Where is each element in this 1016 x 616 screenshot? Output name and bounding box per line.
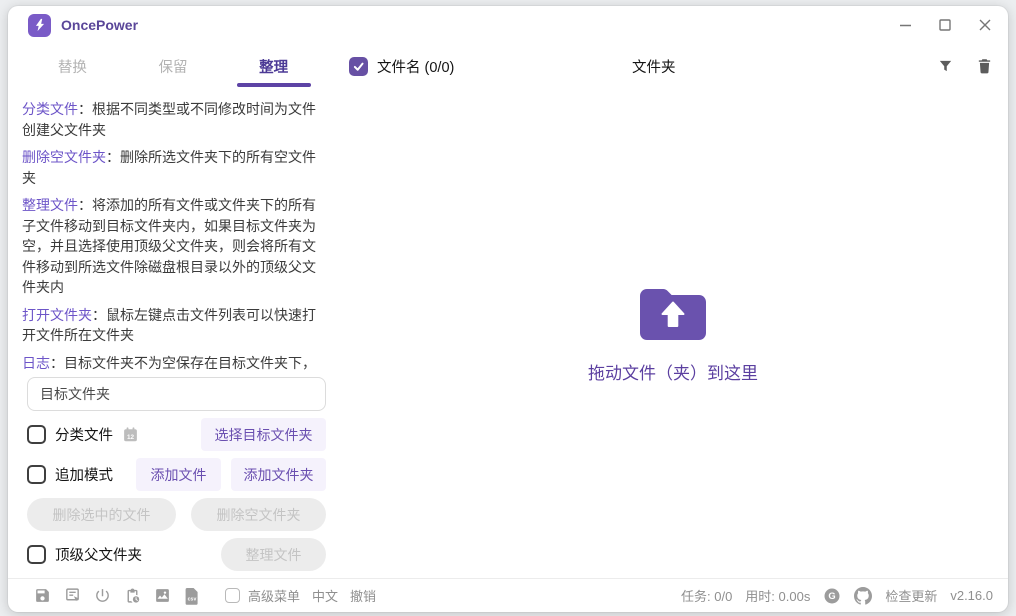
help-desc: ：目标文件夹不为空保存在目标文件夹下， bbox=[50, 355, 316, 371]
csv-icon[interactable]: csv bbox=[184, 587, 200, 605]
svg-text:csv: csv bbox=[188, 596, 197, 602]
maximize-button[interactable] bbox=[938, 18, 952, 32]
append-mode-label: 追加模式 bbox=[55, 464, 113, 485]
delete-buttons-row: 删除选中的文件 删除空文件夹 bbox=[27, 498, 326, 531]
tab-replace-label: 替换 bbox=[58, 60, 87, 76]
filter-icon[interactable] bbox=[937, 58, 954, 75]
help-item-classify: 分类文件：根据不同类型或不同修改时间为文件创建父文件夹 bbox=[22, 99, 327, 140]
active-tab-indicator bbox=[237, 83, 311, 87]
control-panel: 分类文件 12 选择目标文件夹 追加模式 添加文件 添加文件夹 删除选中的文件 … bbox=[27, 377, 326, 571]
app-window: OncePower 替换 保留 整理 文件名 (0/0) 文件夹 bbox=[8, 6, 1008, 612]
calendar-icon[interactable]: 12 bbox=[122, 426, 139, 443]
classify-row: 分类文件 12 选择目标文件夹 bbox=[27, 418, 326, 451]
close-button[interactable] bbox=[978, 18, 992, 32]
tab-organize-label: 整理 bbox=[259, 60, 288, 76]
help-item-log: 日志：目标文件夹不为空保存在目标文件夹下， bbox=[22, 353, 327, 374]
svg-text:12: 12 bbox=[127, 434, 135, 441]
advanced-menu-checkbox[interactable] bbox=[225, 588, 240, 603]
tab-bar: 替换 保留 整理 bbox=[22, 52, 324, 87]
classify-checkbox[interactable] bbox=[27, 425, 46, 444]
check-update-link[interactable]: 检查更新 bbox=[885, 586, 937, 605]
select-target-folder-button[interactable]: 选择目标文件夹 bbox=[201, 418, 326, 451]
select-all-checkbox[interactable] bbox=[349, 57, 368, 76]
app-logo bbox=[28, 14, 51, 37]
organize-files-button[interactable]: 整理文件 bbox=[221, 538, 326, 571]
target-folder-input[interactable] bbox=[27, 377, 326, 411]
top-parent-label: 顶级父文件夹 bbox=[55, 544, 142, 565]
help-term: 整理文件 bbox=[22, 197, 78, 213]
top-parent-row: 顶级父文件夹 整理文件 bbox=[27, 538, 326, 571]
add-folder-button[interactable]: 添加文件夹 bbox=[231, 458, 326, 491]
clipboard-clock-icon[interactable] bbox=[124, 587, 141, 604]
lightning-bolt-icon bbox=[33, 18, 47, 32]
append-mode-row: 追加模式 添加文件 添加文件夹 bbox=[27, 458, 326, 491]
top-parent-checkbox[interactable] bbox=[27, 545, 46, 564]
github-icon[interactable] bbox=[854, 587, 872, 605]
tab-keep-label: 保留 bbox=[159, 60, 188, 76]
file-dropzone[interactable]: 拖动文件（夹）到这里 bbox=[338, 86, 1008, 582]
window-controls bbox=[898, 6, 992, 44]
language-toggle[interactable]: 中文 bbox=[312, 586, 338, 605]
help-term: 分类文件 bbox=[22, 101, 78, 117]
header-actions bbox=[937, 57, 993, 75]
svg-text:G: G bbox=[829, 591, 836, 601]
trash-icon[interactable] bbox=[976, 57, 993, 75]
help-term: 打开文件夹 bbox=[22, 307, 92, 323]
statusbar-right: 任务: 0/0 用时: 0.00s G 检查更新 v2.16.0 bbox=[681, 586, 993, 605]
help-term: 删除空文件夹 bbox=[22, 149, 106, 165]
image-icon[interactable] bbox=[154, 587, 171, 604]
help-item-delete-empty: 删除空文件夹：删除所选文件夹下的所有空文件夹 bbox=[22, 147, 327, 188]
add-files-button[interactable]: 添加文件 bbox=[136, 458, 221, 491]
delete-empty-folders-button[interactable]: 删除空文件夹 bbox=[191, 498, 326, 531]
append-mode-checkbox[interactable] bbox=[27, 465, 46, 484]
minimize-button[interactable] bbox=[898, 18, 912, 32]
tab-organize[interactable]: 整理 bbox=[223, 52, 324, 87]
folder-upload-icon bbox=[640, 285, 706, 340]
gitee-icon[interactable]: G bbox=[823, 587, 841, 605]
delete-selected-files-button[interactable]: 删除选中的文件 bbox=[27, 498, 176, 531]
advanced-menu-label[interactable]: 高级菜单 bbox=[248, 586, 300, 605]
undo-button[interactable]: 撤销 bbox=[350, 586, 376, 605]
app-title: OncePower bbox=[61, 17, 138, 33]
filename-column-header: 文件名 (0/0) bbox=[377, 56, 454, 77]
save-icon[interactable] bbox=[34, 587, 51, 604]
power-icon[interactable] bbox=[94, 587, 111, 604]
version-label: v2.16.0 bbox=[950, 588, 993, 603]
tab-keep[interactable]: 保留 bbox=[123, 52, 224, 87]
dropzone-hint: 拖动文件（夹）到这里 bbox=[588, 359, 758, 384]
file-list-header: 文件名 (0/0) 文件夹 bbox=[344, 53, 1008, 79]
classify-label: 分类文件 bbox=[55, 424, 113, 445]
help-term: 日志 bbox=[22, 355, 50, 371]
titlebar: OncePower bbox=[8, 6, 1008, 44]
export-list-icon[interactable] bbox=[64, 587, 81, 604]
help-panel: 分类文件：根据不同类型或不同修改时间为文件创建父文件夹 删除空文件夹：删除所选文… bbox=[22, 99, 327, 380]
tab-replace[interactable]: 替换 bbox=[22, 52, 123, 87]
help-item-open-folder: 打开文件夹：鼠标左键点击文件列表可以快速打开文件所在文件夹 bbox=[22, 305, 327, 346]
task-count: 任务: 0/0 bbox=[681, 586, 732, 605]
elapsed-time: 用时: 0.00s bbox=[745, 586, 810, 605]
help-item-organize: 整理文件：将添加的所有文件或文件夹下的所有子文件移动到目标文件夹内，如果目标文件… bbox=[22, 195, 327, 298]
statusbar: csv 高级菜单 中文 撤销 任务: 0/0 用时: 0.00s G 检查更新 … bbox=[8, 578, 1008, 612]
folder-column-header: 文件夹 bbox=[632, 56, 676, 77]
